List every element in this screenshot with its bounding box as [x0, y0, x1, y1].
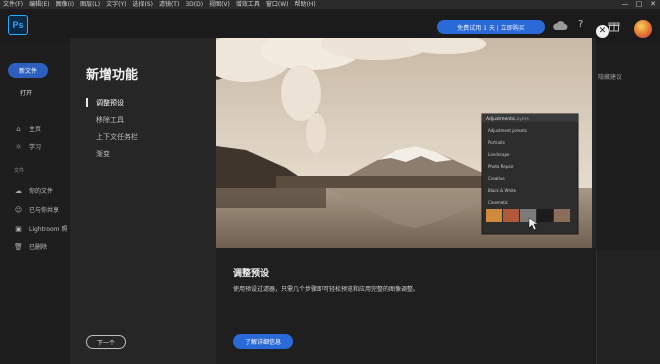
- sidebar-item-your-files[interactable]: ☁ 你的文件: [14, 186, 54, 196]
- trial-buy-button[interactable]: 免费试用 1 天 | 立即购买: [437, 20, 545, 34]
- feature-title: 调整预设: [233, 269, 270, 279]
- people-icon: ☺: [14, 205, 23, 214]
- menu-item[interactable]: 图像(I): [53, 0, 77, 9]
- sidebar-item-label: 已删除: [29, 244, 48, 251]
- dialog-title: 新增功能: [86, 68, 139, 83]
- new-file-button[interactable]: 新文件: [8, 63, 48, 78]
- feature-preview-image: Adjustments Layers Adjustment presets Po…: [216, 38, 592, 248]
- sidebar-item-label: 学习: [29, 144, 42, 151]
- sidebar-item-label: 你的文件: [29, 188, 54, 195]
- close-window-button[interactable]: ✕: [646, 0, 660, 9]
- menu-bar: 文件(F) 编辑(E) 图像(I) 图层(L) 文字(Y) 选择(S) 滤镜(T) 3D(D)…: [0, 0, 660, 9]
- panel-row: Photo Repair: [488, 164, 514, 169]
- hide-suggestions-link[interactable]: 隐藏建议: [598, 72, 622, 81]
- panel-tab-layers: Layers: [514, 116, 530, 122]
- files-section-heading: 文件: [14, 168, 25, 174]
- menu-item[interactable]: 视图(V): [206, 0, 233, 9]
- cloud-icon[interactable]: [552, 20, 568, 31]
- nav-item-adjustment-presets[interactable]: 调整预设: [96, 98, 124, 108]
- close-dialog-button[interactable]: ✕: [596, 25, 609, 38]
- menu-item[interactable]: 增效工具: [233, 0, 263, 9]
- next-button[interactable]: 下一个: [86, 335, 126, 349]
- trash-icon: 🗑: [14, 242, 23, 251]
- maximize-button[interactable]: □: [632, 0, 646, 9]
- nav-item-remove-tool[interactable]: 移除工具: [96, 115, 124, 125]
- sidebar-item-home[interactable]: ⌂ 主页: [14, 124, 42, 134]
- sidebar-item-label: 主页: [29, 126, 42, 133]
- home-sidebar: 新文件 打开 ⌂ 主页 ☼ 学习 文件 ☁ 你的文件 ☺ 已与你共享 ▣ Lig…: [0, 43, 70, 364]
- panel-row: Cinematic: [488, 200, 508, 205]
- panel-row: Black & White: [488, 188, 517, 193]
- sepia-landscape-illustration: Adjustments Layers Adjustment presets Po…: [216, 38, 592, 248]
- sidebar-item-learn[interactable]: ☼ 学习: [14, 142, 42, 152]
- feature-description: 调整预设 使用预设过滤器，只需几个步骤即可轻松预览和应用完整的图像调整。 了解详…: [216, 248, 596, 364]
- panel-tab-adjustments: Adjustments: [486, 116, 515, 122]
- menu-item[interactable]: 帮助(H): [292, 0, 319, 9]
- nav-item-contextual-taskbar[interactable]: 上下文任务栏: [96, 132, 138, 142]
- lightroom-icon: ▣: [15, 224, 22, 233]
- user-avatar[interactable]: [634, 20, 652, 38]
- whats-new-dialog: 新增功能 调整预设 移除工具 上下文任务栏 渐变 下一个 Adjustments…: [70, 38, 596, 364]
- sidebar-item-lightroom[interactable]: ▣ Lightroom 照: [14, 224, 68, 234]
- sidebar-item-label: 已与你共享: [29, 207, 60, 214]
- feature-body: 使用预设过滤器，只需几个步骤即可轻松预览和应用完整的图像调整。: [233, 286, 420, 293]
- menu-item[interactable]: 滤镜(T): [156, 0, 182, 9]
- panel-row: Landscape: [488, 152, 510, 157]
- cloud-doc-icon: ☁: [15, 186, 22, 195]
- menu-item[interactable]: 文件(F): [0, 0, 26, 9]
- sidebar-item-label: Lightroom 照: [29, 226, 68, 233]
- panel-row: Adjustment presets: [488, 128, 527, 133]
- background-card: [596, 250, 660, 364]
- panel-row: Portraits: [488, 140, 505, 145]
- sidebar-item-shared[interactable]: ☺ 已与你共享: [14, 205, 60, 215]
- dialog-nav-panel: 新增功能 调整预设 移除工具 上下文任务栏 渐变 下一个: [70, 38, 216, 364]
- menu-item[interactable]: 3D(D): [182, 0, 206, 9]
- menu-item[interactable]: 文字(Y): [103, 0, 129, 9]
- open-button[interactable]: 打开: [20, 88, 32, 97]
- minimize-button[interactable]: —: [618, 0, 632, 9]
- photoshop-logo[interactable]: Ps: [8, 15, 28, 35]
- active-nav-marker: [86, 98, 88, 107]
- menu-item[interactable]: 选择(S): [129, 0, 156, 9]
- learn-more-button[interactable]: 了解详细信息: [233, 334, 293, 349]
- bulb-icon: ☼: [15, 142, 22, 151]
- gift-icon[interactable]: [608, 20, 620, 32]
- home-icon: ⌂: [16, 124, 21, 133]
- photoshop-window: 文件(F) 编辑(E) 图像(I) 图层(L) 文字(Y) 选择(S) 滤镜(T) 3D(D)…: [0, 0, 660, 364]
- menu-item[interactable]: 编辑(E): [26, 0, 52, 9]
- menu-item[interactable]: 图层(L): [77, 0, 103, 9]
- sidebar-item-deleted[interactable]: 🗑 已删除: [14, 242, 48, 252]
- panel-row: Creative: [488, 176, 505, 181]
- nav-item-gradient[interactable]: 渐变: [96, 149, 110, 159]
- menu-item[interactable]: 窗口(W): [263, 0, 292, 9]
- help-icon[interactable]: ?: [578, 19, 583, 30]
